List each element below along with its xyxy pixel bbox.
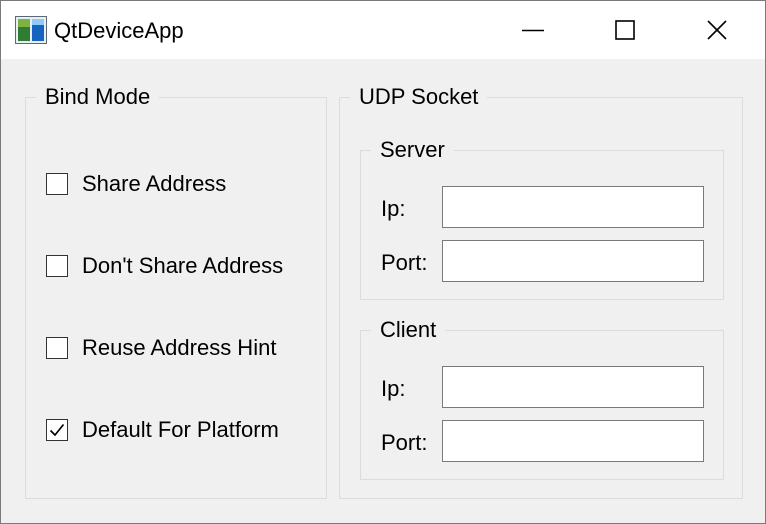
checkbox-box[interactable] bbox=[46, 255, 68, 277]
server-ip-label: Ip: bbox=[381, 196, 406, 221]
client-port-label: Port: bbox=[381, 430, 428, 455]
bind-mode-group: Bind Mode Share Address Don't Share Addr… bbox=[25, 83, 327, 499]
server-title: Server bbox=[371, 136, 454, 164]
main-window: QtDeviceApp Bind Mode Share Address Don'… bbox=[0, 0, 766, 524]
app-icon bbox=[15, 16, 47, 44]
checkbox-box[interactable] bbox=[46, 173, 68, 195]
udp-socket-group: UDP Socket Server Ip: Port: Client Ip: P… bbox=[339, 83, 743, 499]
window-title: QtDeviceApp bbox=[54, 18, 184, 43]
close-button[interactable] bbox=[671, 1, 763, 59]
maximize-button[interactable] bbox=[579, 1, 671, 59]
checkbox-label: Don't Share Address bbox=[82, 253, 284, 278]
client-title: Client bbox=[371, 316, 446, 344]
client-group: Client Ip: Port: bbox=[360, 316, 724, 480]
server-port-label: Port: bbox=[381, 250, 428, 275]
server-port-input[interactable] bbox=[442, 240, 704, 282]
minimize-button[interactable] bbox=[487, 1, 579, 59]
server-ip-input[interactable] bbox=[442, 186, 704, 228]
checkbox-label: Share Address bbox=[82, 171, 227, 196]
client-ip-label: Ip: bbox=[381, 376, 406, 401]
checkbox-box-checked[interactable] bbox=[46, 419, 68, 441]
server-group: Server Ip: Port: bbox=[360, 136, 724, 300]
title-bar[interactable]: QtDeviceApp bbox=[1, 1, 765, 59]
client-port-input[interactable] bbox=[442, 420, 704, 462]
udp-socket-title: UDP Socket bbox=[350, 83, 488, 111]
client-ip-input[interactable] bbox=[442, 366, 704, 408]
checkbox-box[interactable] bbox=[46, 337, 68, 359]
checkbox-label: Default For Platform bbox=[82, 417, 279, 442]
bind-mode-title: Bind Mode bbox=[36, 83, 160, 111]
checkbox-label: Reuse Address Hint bbox=[82, 335, 277, 360]
